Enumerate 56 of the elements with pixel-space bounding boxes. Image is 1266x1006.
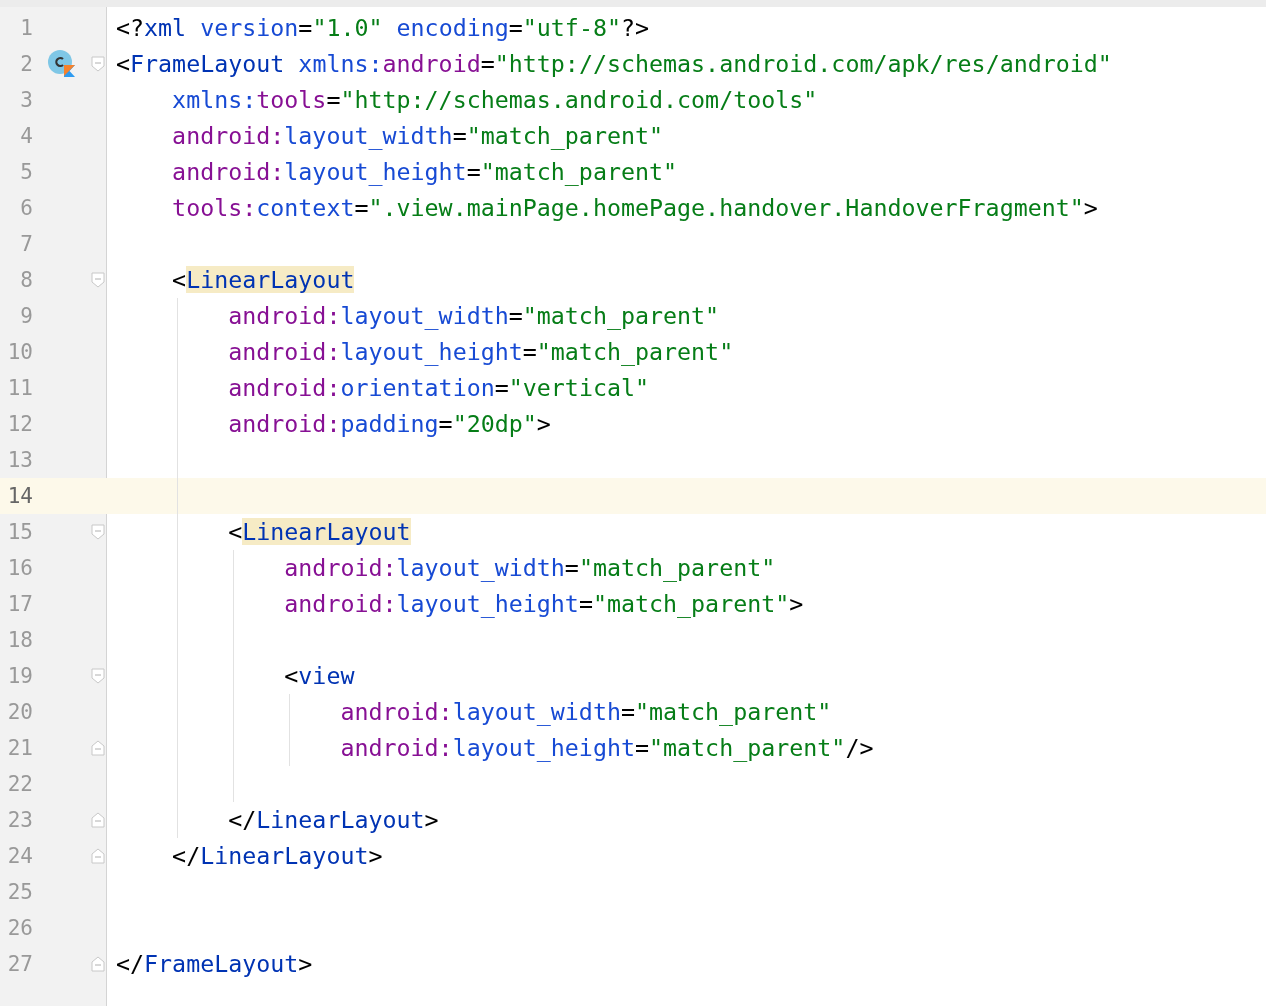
code-line: android:layout_height="match_parent"/> [339, 733, 874, 764]
code-line: android:padding="20dp"> [227, 409, 551, 439]
code-line: tools:context=".view.mainPage.homePage.handover.HandoverFragment"> [171, 193, 1098, 223]
code-line: android:layout_width="match_parent" [283, 553, 776, 584]
line-number: 12 [6, 412, 33, 436]
line-number: 5 [19, 160, 33, 184]
fold-icon[interactable] [91, 272, 105, 288]
line-number: 1 [19, 16, 33, 40]
code-line: </FrameLayout> [116, 949, 313, 979]
code-line: <LinearLayout [171, 265, 355, 295]
line-number: 13 [6, 448, 33, 472]
code-line: android:layout_width="match_parent" [339, 697, 832, 728]
class-icon[interactable] [47, 49, 77, 79]
line-number: 15 [6, 520, 33, 544]
code-line: android:layout_width="match_parent" [171, 121, 664, 152]
line-number: 25 [6, 880, 33, 904]
line-number: 19 [6, 664, 33, 688]
fold-icon[interactable] [91, 848, 105, 864]
line-number: 16 [6, 556, 33, 580]
line-number: 20 [6, 700, 33, 724]
code-line: xmlns:tools="http://schemas.android.com/tools" [171, 85, 818, 115]
code-line: android:layout_height="match_parent"> [283, 589, 804, 620]
fold-icon[interactable] [91, 812, 105, 828]
code-line: android:layout_height="match_parent" [171, 157, 678, 188]
code-line: </LinearLayout> [171, 841, 383, 871]
fold-icon[interactable] [91, 956, 105, 972]
code-line: <view [283, 661, 355, 691]
code-line: android:layout_height="match_parent" [227, 337, 734, 368]
line-number: 27 [6, 952, 33, 976]
code-line: android:orientation="vertical" [227, 373, 649, 403]
code-line: <FrameLayout xmlns:android="http://schemas.android.com/apk/res/android" [116, 49, 1112, 79]
line-number: 23 [6, 808, 33, 832]
line-number: 26 [6, 916, 33, 940]
line-number: 7 [19, 232, 33, 256]
line-number: 6 [19, 196, 33, 220]
fold-icon[interactable] [91, 740, 105, 756]
line-number: 4 [19, 124, 33, 148]
line-number: 21 [6, 736, 33, 760]
line-number: 8 [19, 268, 33, 292]
code-line: <?xml version="1.0" encoding="utf-8"?> [116, 13, 650, 43]
line-number: 14 [6, 484, 33, 508]
line-number: 22 [6, 772, 33, 796]
line-number: 24 [6, 844, 33, 868]
code-line: <LinearLayout [227, 517, 411, 547]
line-number: 2 [19, 52, 33, 76]
line-number: 9 [19, 304, 33, 328]
line-number: 10 [6, 340, 33, 364]
line-number: 3 [19, 88, 33, 112]
line-number: 11 [6, 376, 33, 400]
line-number: 18 [6, 628, 33, 652]
code-line: </LinearLayout> [227, 805, 439, 835]
fold-icon[interactable] [91, 524, 105, 540]
fold-icon[interactable] [91, 668, 105, 684]
fold-icon[interactable] [91, 56, 105, 72]
line-number: 17 [6, 592, 33, 616]
code-line: android:layout_width="match_parent" [227, 301, 720, 332]
